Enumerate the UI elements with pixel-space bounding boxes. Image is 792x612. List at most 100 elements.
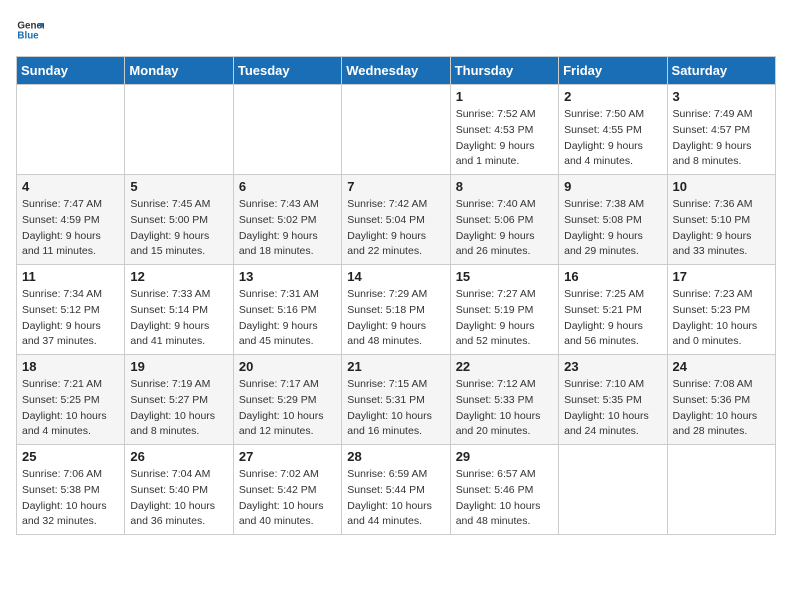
calendar-cell: 23 Sunrise: 7:10 AM Sunset: 5:35 PM Dayli… — [559, 355, 667, 445]
day-header-thursday: Thursday — [450, 57, 558, 85]
day-info: Sunrise: 7:29 AM Sunset: 5:18 PM Dayligh… — [347, 287, 444, 350]
day-info: Sunrise: 7:23 AM Sunset: 5:23 PM Dayligh… — [673, 287, 770, 350]
calendar-cell: 8Sunrise: 7:40 AM Sunset: 5:06 PM Daylig… — [450, 175, 558, 265]
day-number: 14 — [347, 269, 444, 284]
day-info: Sunrise: 7:19 AM Sunset: 5:27 PM Dayligh… — [130, 377, 227, 440]
calendar-week-row: 25 Sunrise: 7:06 AM Sunset: 5:38 PM Dayli… — [17, 445, 776, 535]
day-number: 1 — [456, 89, 553, 104]
day-info: Sunrise: 7:08 AM Sunset: 5:36 PM Dayligh… — [673, 377, 770, 440]
calendar-table: SundayMondayTuesdayWednesdayThursdayFrid… — [16, 56, 776, 535]
calendar-cell: 1 Sunrise: 7:52 AM Sunset: 4:53 PM Daylig… — [450, 85, 558, 175]
day-info: Sunrise: 7:47 AM Sunset: 4:59 PM Dayligh… — [22, 197, 119, 260]
day-info: Sunrise: 7:50 AM Sunset: 4:55 PM Dayligh… — [564, 107, 661, 170]
day-number: 10 — [673, 179, 770, 194]
day-info: Sunrise: 7:31 AM Sunset: 5:16 PM Dayligh… — [239, 287, 336, 350]
calendar-cell: 4 Sunrise: 7:47 AM Sunset: 4:59 PM Daylig… — [17, 175, 125, 265]
calendar-week-row: 1 Sunrise: 7:52 AM Sunset: 4:53 PM Daylig… — [17, 85, 776, 175]
calendar-cell: 5Sunrise: 7:45 AM Sunset: 5:00 PM Daylig… — [125, 175, 233, 265]
calendar-cell: 14 Sunrise: 7:29 AM Sunset: 5:18 PM Dayli… — [342, 265, 450, 355]
day-info: Sunrise: 7:34 AM Sunset: 5:12 PM Dayligh… — [22, 287, 119, 350]
calendar-cell: 18 Sunrise: 7:21 AM Sunset: 5:25 PM Dayli… — [17, 355, 125, 445]
day-info: Sunrise: 7:21 AM Sunset: 5:25 PM Dayligh… — [22, 377, 119, 440]
day-number: 15 — [456, 269, 553, 284]
day-number: 22 — [456, 359, 553, 374]
calendar-cell: 25 Sunrise: 7:06 AM Sunset: 5:38 PM Dayli… — [17, 445, 125, 535]
calendar-cell: 7 Sunrise: 7:42 AM Sunset: 5:04 PM Daylig… — [342, 175, 450, 265]
calendar-cell — [342, 85, 450, 175]
calendar-cell: 26Sunrise: 7:04 AM Sunset: 5:40 PM Dayli… — [125, 445, 233, 535]
day-info: Sunrise: 7:25 AM Sunset: 5:21 PM Dayligh… — [564, 287, 661, 350]
calendar-header-row: SundayMondayTuesdayWednesdayThursdayFrid… — [17, 57, 776, 85]
calendar-cell: 13 Sunrise: 7:31 AM Sunset: 5:16 PM Dayli… — [233, 265, 341, 355]
calendar-cell: 2 Sunrise: 7:50 AM Sunset: 4:55 PM Daylig… — [559, 85, 667, 175]
calendar-cell — [559, 445, 667, 535]
day-info: Sunrise: 7:42 AM Sunset: 5:04 PM Dayligh… — [347, 197, 444, 260]
day-info: Sunrise: 7:33 AM Sunset: 5:14 PM Dayligh… — [130, 287, 227, 350]
day-header-sunday: Sunday — [17, 57, 125, 85]
day-number: 16 — [564, 269, 661, 284]
day-number: 7 — [347, 179, 444, 194]
calendar-body: 1 Sunrise: 7:52 AM Sunset: 4:53 PM Daylig… — [17, 85, 776, 535]
day-number: 5 — [130, 179, 227, 194]
calendar-cell: 10 Sunrise: 7:36 AM Sunset: 5:10 PM Dayli… — [667, 175, 775, 265]
day-number: 24 — [673, 359, 770, 374]
day-info: Sunrise: 7:52 AM Sunset: 4:53 PM Dayligh… — [456, 107, 553, 170]
day-number: 17 — [673, 269, 770, 284]
day-number: 25 — [22, 449, 119, 464]
day-header-friday: Friday — [559, 57, 667, 85]
calendar-cell: 15 Sunrise: 7:27 AM Sunset: 5:19 PM Dayli… — [450, 265, 558, 355]
day-number: 26 — [130, 449, 227, 464]
day-info: Sunrise: 7:38 AM Sunset: 5:08 PM Dayligh… — [564, 197, 661, 260]
day-number: 18 — [22, 359, 119, 374]
calendar-cell: 11Sunrise: 7:34 AM Sunset: 5:12 PM Dayli… — [17, 265, 125, 355]
calendar-cell — [17, 85, 125, 175]
day-info: Sunrise: 7:10 AM Sunset: 5:35 PM Dayligh… — [564, 377, 661, 440]
calendar-cell: 6 Sunrise: 7:43 AM Sunset: 5:02 PM Daylig… — [233, 175, 341, 265]
day-number: 13 — [239, 269, 336, 284]
calendar-cell: 19Sunrise: 7:19 AM Sunset: 5:27 PM Dayli… — [125, 355, 233, 445]
day-number: 12 — [130, 269, 227, 284]
calendar-cell — [125, 85, 233, 175]
calendar-week-row: 4 Sunrise: 7:47 AM Sunset: 4:59 PM Daylig… — [17, 175, 776, 265]
calendar-cell: 24 Sunrise: 7:08 AM Sunset: 5:36 PM Dayli… — [667, 355, 775, 445]
day-info: Sunrise: 7:12 AM Sunset: 5:33 PM Dayligh… — [456, 377, 553, 440]
day-header-saturday: Saturday — [667, 57, 775, 85]
day-number: 3 — [673, 89, 770, 104]
day-number: 4 — [22, 179, 119, 194]
day-header-wednesday: Wednesday — [342, 57, 450, 85]
calendar-week-row: 11Sunrise: 7:34 AM Sunset: 5:12 PM Dayli… — [17, 265, 776, 355]
day-info: Sunrise: 6:59 AM Sunset: 5:44 PM Dayligh… — [347, 467, 444, 530]
day-info: Sunrise: 7:17 AM Sunset: 5:29 PM Dayligh… — [239, 377, 336, 440]
calendar-cell: 16 Sunrise: 7:25 AM Sunset: 5:21 PM Dayli… — [559, 265, 667, 355]
logo: General Blue — [16, 16, 48, 44]
day-info: Sunrise: 7:27 AM Sunset: 5:19 PM Dayligh… — [456, 287, 553, 350]
day-info: Sunrise: 7:06 AM Sunset: 5:38 PM Dayligh… — [22, 467, 119, 530]
calendar-cell: 29Sunrise: 6:57 AM Sunset: 5:46 PM Dayli… — [450, 445, 558, 535]
day-number: 9 — [564, 179, 661, 194]
day-number: 6 — [239, 179, 336, 194]
day-info: Sunrise: 7:49 AM Sunset: 4:57 PM Dayligh… — [673, 107, 770, 170]
calendar-cell: 9 Sunrise: 7:38 AM Sunset: 5:08 PM Daylig… — [559, 175, 667, 265]
day-number: 8 — [456, 179, 553, 194]
logo-icon: General Blue — [16, 16, 44, 44]
day-info: Sunrise: 7:43 AM Sunset: 5:02 PM Dayligh… — [239, 197, 336, 260]
day-number: 23 — [564, 359, 661, 374]
day-header-tuesday: Tuesday — [233, 57, 341, 85]
day-number: 27 — [239, 449, 336, 464]
calendar-cell: 17 Sunrise: 7:23 AM Sunset: 5:23 PM Dayli… — [667, 265, 775, 355]
day-number: 2 — [564, 89, 661, 104]
day-info: Sunrise: 7:02 AM Sunset: 5:42 PM Dayligh… — [239, 467, 336, 530]
calendar-cell: 21Sunrise: 7:15 AM Sunset: 5:31 PM Dayli… — [342, 355, 450, 445]
calendar-cell: 22 Sunrise: 7:12 AM Sunset: 5:33 PM Dayli… — [450, 355, 558, 445]
calendar-cell: 27 Sunrise: 7:02 AM Sunset: 5:42 PM Dayli… — [233, 445, 341, 535]
day-info: Sunrise: 6:57 AM Sunset: 5:46 PM Dayligh… — [456, 467, 553, 530]
calendar-cell — [233, 85, 341, 175]
day-number: 20 — [239, 359, 336, 374]
day-header-monday: Monday — [125, 57, 233, 85]
calendar-cell: 12 Sunrise: 7:33 AM Sunset: 5:14 PM Dayli… — [125, 265, 233, 355]
day-info: Sunrise: 7:36 AM Sunset: 5:10 PM Dayligh… — [673, 197, 770, 260]
calendar-cell: 28 Sunrise: 6:59 AM Sunset: 5:44 PM Dayli… — [342, 445, 450, 535]
calendar-cell: 3 Sunrise: 7:49 AM Sunset: 4:57 PM Daylig… — [667, 85, 775, 175]
day-info: Sunrise: 7:15 AM Sunset: 5:31 PM Dayligh… — [347, 377, 444, 440]
day-number: 28 — [347, 449, 444, 464]
